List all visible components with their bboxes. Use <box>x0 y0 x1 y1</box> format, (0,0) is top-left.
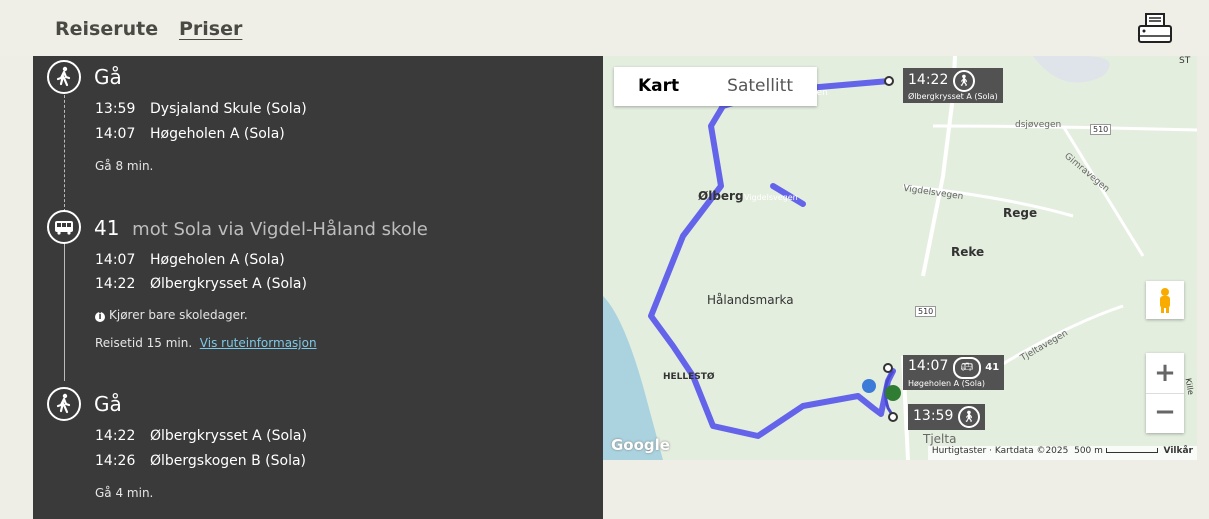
travel-time-row: Reisetid 15 min. Vis ruteinformasjon <box>95 336 317 350</box>
shop-marker <box>862 379 876 393</box>
leg-2-stop-2: 14:22 Ølbergkrysset A (Sola) <box>95 276 307 292</box>
map-canvas <box>603 56 1197 460</box>
callout-stop: Høgeholen A (Sola) <box>908 379 985 388</box>
map-attribution: Hurtigtaster · Kartdata ©2025 500 m Vilk… <box>927 446 1197 460</box>
zoom-out-button[interactable]: − <box>1146 393 1184 434</box>
stop-marker <box>884 76 894 86</box>
street-view-pegman[interactable] <box>1146 281 1184 319</box>
bus-direction: mot Sola via Vigdel-Håland skole <box>132 219 428 240</box>
stop-time: 14:22 <box>95 276 136 292</box>
stop-marker <box>888 412 898 422</box>
map-callout-1407[interactable]: 14:07 🚌︎ 41 Høgeholen A (Sola) <box>903 355 1005 390</box>
pegman-icon <box>1160 288 1170 313</box>
scale-label: 500 m <box>1074 446 1103 456</box>
tab-reiserute[interactable]: Reiserute <box>55 18 158 40</box>
stop-time: 14:07 <box>95 126 136 142</box>
callout-stop: Ølbergkrysset A (Sola) <box>908 92 998 101</box>
stop-time: 13:59 <box>95 101 136 117</box>
map-label-hellesto: HELLESTØ <box>663 372 715 382</box>
leg-3-duration: Gå 4 min. <box>95 486 154 500</box>
map-callout-1422[interactable]: 14:22 🚶︎ Ølbergkrysset A (Sola) <box>903 68 1003 103</box>
stop-time: 14:22 <box>95 428 136 444</box>
tab-priser[interactable]: Priser <box>179 18 242 40</box>
route-map[interactable]: Kart Satellitt vegen Ølberg Vigdelsvegen… <box>603 56 1197 460</box>
bus-route-number: 41 <box>94 216 120 240</box>
leg-1-stop-1: 13:59 Dysjaland Skule (Sola) <box>95 101 307 117</box>
road-shield-510-a: 510 <box>1090 124 1112 135</box>
stop-name: Høgeholen A (Sola) <box>150 126 285 142</box>
callout-time: 14:07 <box>908 358 949 374</box>
travel-time: Reisetid 15 min. <box>95 336 193 350</box>
printer-icon[interactable] <box>1137 12 1173 46</box>
info-icon: i <box>95 312 105 322</box>
scale-bar <box>1105 448 1158 453</box>
stop-time: 14:26 <box>95 453 136 469</box>
map-label-olberg: Ølberg <box>698 189 744 203</box>
walk-icon: 🚶︎ <box>952 70 975 92</box>
leg-1-title: Gå <box>94 65 122 89</box>
zoom-controls: + − <box>1146 353 1184 433</box>
route-info-link[interactable]: Vis ruteinformasjon <box>200 336 317 350</box>
school-days-note: i Kjører bare skoledager. <box>95 308 248 322</box>
itinerary-panel: Gå 13:59 Dysjaland Skule (Sola) 14:07 Høge… <box>33 56 603 519</box>
stop-name: Ølbergskogen B (Sola) <box>150 453 306 469</box>
zoom-in-button[interactable]: + <box>1146 353 1184 393</box>
bus-icon <box>47 210 81 244</box>
note-text: Kjører bare skoledager. <box>109 308 248 322</box>
map-label-reke: Reke <box>951 245 985 259</box>
leg-3-title: Gå <box>94 392 122 416</box>
map-callout-1359[interactable]: 13:59 🚶︎ <box>908 404 985 430</box>
map-label-dsjovegen: dsjøvegen <box>1015 120 1062 130</box>
bus-icon: 🚌︎ <box>952 357 981 379</box>
map-type-kart[interactable]: Kart <box>614 67 703 106</box>
leg-3-stop-2: 14:26 Ølbergskogen B (Sola) <box>95 453 306 469</box>
map-label-halandsmarka: Hålandsmarka <box>707 293 794 307</box>
leg-1-stop-2: 14:07 Høgeholen A (Sola) <box>95 126 285 142</box>
start-marker <box>885 385 901 401</box>
leg-3-stop-1: 14:22 Ølbergkrysset A (Sola) <box>95 428 307 444</box>
leg-2-title: 41 mot Sola via Vigdel-Håland skole <box>94 216 428 240</box>
terms-link[interactable]: Vilkår <box>1164 446 1193 456</box>
map-label-vigdelsvegen-1: Vigdelsvegen <box>744 193 798 202</box>
map-type-satellitt[interactable]: Satellitt <box>703 67 817 106</box>
walk-connector <box>64 90 65 212</box>
leg-1-duration: Gå 8 min. <box>95 159 154 173</box>
stop-name: Høgeholen A (Sola) <box>150 252 285 268</box>
map-type-toggle: Kart Satellitt <box>614 67 817 106</box>
tab-bar: Reiserute Priser <box>0 0 1209 56</box>
walk-icon <box>47 387 81 421</box>
walk-icon: 🚶︎ <box>957 406 980 428</box>
stop-name: Dysjaland Skule (Sola) <box>150 101 307 117</box>
stop-marker <box>883 363 893 373</box>
map-data-credit: Kartdata ©2025 <box>994 446 1069 456</box>
map-label-st: ST <box>1179 56 1191 66</box>
google-logo: Google <box>611 436 670 454</box>
stop-name: Ølbergkrysset A (Sola) <box>150 428 307 444</box>
callout-route: 41 <box>985 362 1000 373</box>
callout-time: 13:59 <box>913 408 954 424</box>
walk-icon <box>47 60 81 94</box>
stop-time: 14:07 <box>95 252 136 268</box>
map-label-vegen: vegen <box>800 88 828 98</box>
stop-name: Ølbergkrysset A (Sola) <box>150 276 307 292</box>
road-shield-510-b: 510 <box>915 306 937 317</box>
leg-2-stop-1: 14:07 Høgeholen A (Sola) <box>95 252 285 268</box>
keyboard-shortcuts-link[interactable]: Hurtigtaster <box>932 446 986 456</box>
map-label-tjelta: Tjelta <box>923 432 957 446</box>
bus-connector <box>64 241 65 381</box>
callout-time: 14:22 <box>908 72 949 88</box>
map-label-rege: Rege <box>1003 206 1038 220</box>
